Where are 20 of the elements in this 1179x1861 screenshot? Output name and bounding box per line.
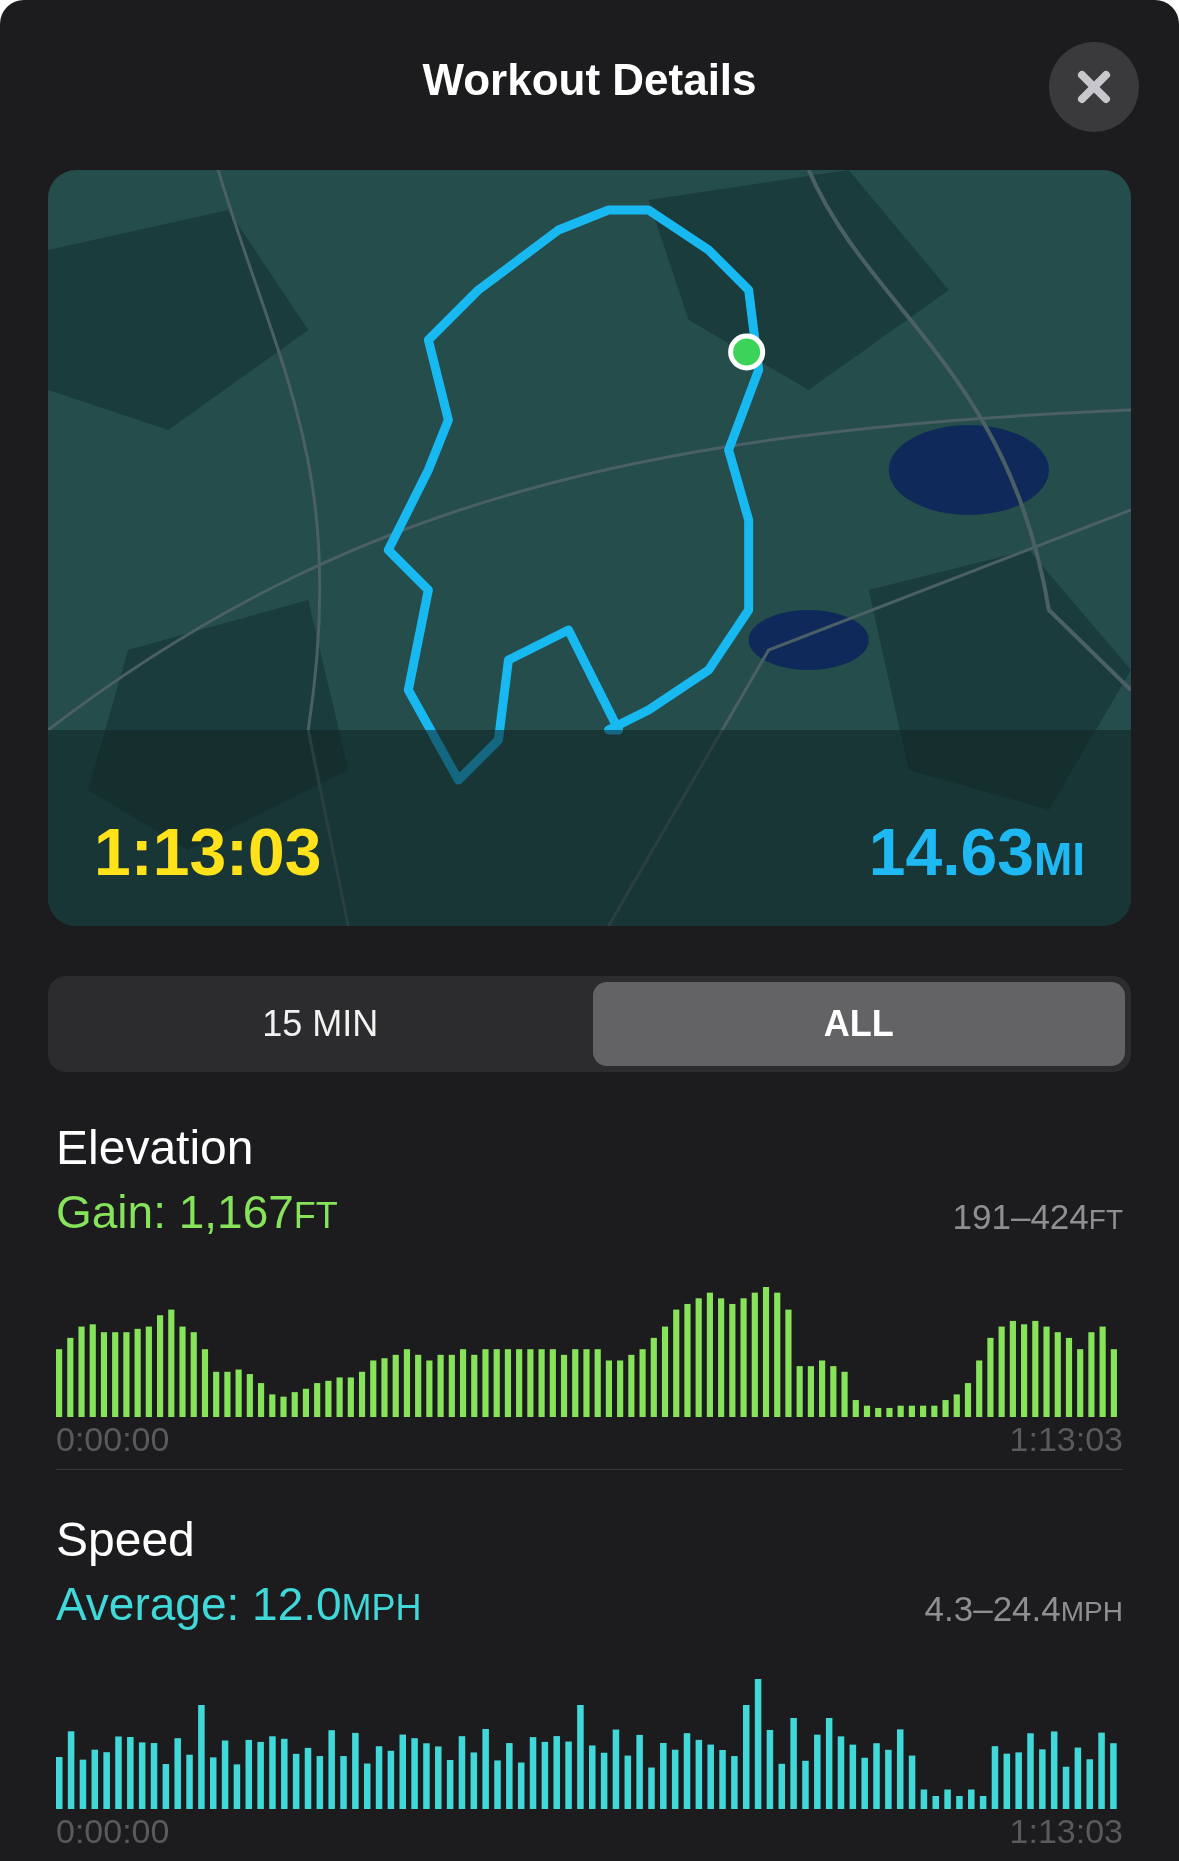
metric-summary: Average: 12.0 — [56, 1577, 342, 1632]
metric-title: Speed — [56, 1512, 196, 1568]
metric-unit: MPH — [341, 1586, 422, 1630]
metric-summary: Gain: 1,167 — [56, 1185, 294, 1240]
start-time: 0:00:00 — [56, 1811, 170, 1852]
duration: 1:13:03 — [94, 814, 322, 891]
end-time: 1:13:03 — [1009, 1811, 1123, 1852]
segment-tab[interactable]: ALL — [592, 982, 1125, 1066]
start-time: 0:00:00 — [56, 1419, 170, 1460]
metric-title: Elevation — [56, 1120, 255, 1176]
metric-range: 4.3–24.4 — [924, 1587, 1061, 1630]
distance: 14.63 — [868, 814, 1034, 891]
window-title: Workout Details — [422, 54, 757, 106]
metric-unit: FT — [293, 1194, 338, 1238]
end-time: 1:13:03 — [1009, 1419, 1123, 1460]
segment-tab[interactable]: 15 MIN — [54, 982, 587, 1066]
metric-range: 191–424 — [952, 1195, 1089, 1238]
metric-range-unit: FT — [1088, 1202, 1123, 1237]
distance-unit: MI — [1033, 832, 1085, 887]
metric-range-unit: MPH — [1060, 1594, 1123, 1629]
